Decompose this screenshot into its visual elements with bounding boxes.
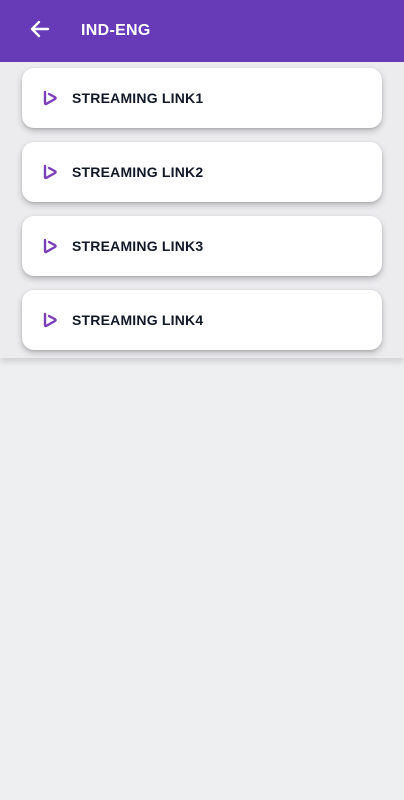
arrow-left-icon bbox=[30, 19, 50, 44]
streaming-link-label: STREAMING LINK3 bbox=[72, 238, 204, 254]
streaming-link-label: STREAMING LINK2 bbox=[72, 164, 204, 180]
streaming-link-label: STREAMING LINK4 bbox=[72, 312, 204, 328]
back-button[interactable] bbox=[20, 11, 60, 51]
play-icon bbox=[42, 238, 58, 254]
app-bar: IND-ENG bbox=[0, 0, 404, 62]
play-icon bbox=[42, 90, 58, 106]
page-title: IND-ENG bbox=[81, 22, 151, 39]
play-icon bbox=[42, 164, 58, 180]
streaming-link-card-4[interactable]: STREAMING LINK4 bbox=[22, 290, 382, 350]
streaming-link-label: STREAMING LINK1 bbox=[72, 90, 204, 106]
streaming-link-card-3[interactable]: STREAMING LINK3 bbox=[22, 216, 382, 276]
streaming-link-card-2[interactable]: STREAMING LINK2 bbox=[22, 142, 382, 202]
streaming-links-list: STREAMING LINK1 STREAMING LINK2 STREAMIN… bbox=[0, 62, 404, 358]
play-icon bbox=[42, 312, 58, 328]
streaming-link-card-1[interactable]: STREAMING LINK1 bbox=[22, 68, 382, 128]
